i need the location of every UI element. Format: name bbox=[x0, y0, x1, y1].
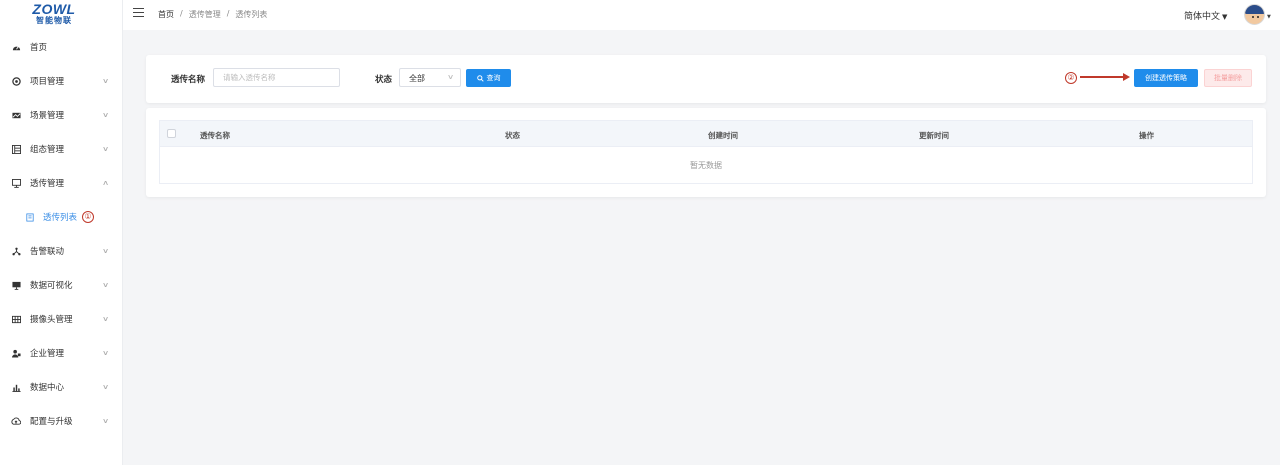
sidebar-item-camera[interactable]: 摄像头管理 ∨ bbox=[0, 302, 123, 336]
chevron-down-icon: ∨ bbox=[101, 145, 110, 153]
column-header-updated[interactable]: 更新时间 bbox=[919, 130, 949, 141]
sidebar-item-label: 数据可视化 bbox=[30, 281, 73, 291]
sidebar-item-home[interactable]: 首页 bbox=[0, 30, 123, 64]
caret-down-icon[interactable]: ▼ bbox=[1267, 14, 1271, 20]
chevron-up-icon: ∧ bbox=[101, 179, 110, 187]
chevron-down-icon: ∨ bbox=[101, 281, 110, 289]
query-button-label: 查询 bbox=[486, 74, 501, 82]
chevron-down-icon: ∨ bbox=[101, 349, 110, 357]
chevron-down-icon: ∨ bbox=[101, 77, 110, 85]
list-icon bbox=[25, 212, 35, 222]
status-select-value: 全部 bbox=[409, 74, 425, 83]
breadcrumb-item-passthrough[interactable]: 透传管理 bbox=[189, 9, 221, 20]
breadcrumb-item-list: 透传列表 bbox=[235, 10, 268, 19]
name-search-input[interactable] bbox=[213, 68, 340, 87]
sidebar-item-label: 场景管理 bbox=[30, 111, 65, 121]
name-label: 透传名称 bbox=[171, 75, 206, 85]
table-header: 透传名称 状态 创建时间 更新时间 操作 bbox=[160, 121, 1252, 147]
sidebar-item-label: 配置与升级 bbox=[30, 417, 73, 427]
visual-icon bbox=[11, 280, 21, 290]
breadcrumb-separator: / bbox=[180, 9, 183, 18]
chart-icon bbox=[11, 382, 21, 392]
column-header-name[interactable]: 透传名称 bbox=[200, 130, 230, 141]
chevron-down-icon: ∨ bbox=[101, 315, 110, 323]
sidebar-item-label: 首页 bbox=[30, 43, 48, 53]
sidebar-item-label: 组态管理 bbox=[30, 145, 65, 155]
sidebar-item-alarm[interactable]: 告警联动 ∨ bbox=[0, 234, 123, 268]
search-panel: 透传名称 状态 全部 ∨ 查询 ② 创建透传策略 批量删除 bbox=[146, 55, 1266, 103]
empty-state-text: 暂无数据 bbox=[690, 160, 722, 170]
menu-toggle-icon[interactable] bbox=[133, 8, 144, 19]
sidebar-item-project[interactable]: 项目管理 ∨ bbox=[0, 64, 123, 98]
status-select[interactable]: 全部 ∨ bbox=[399, 68, 461, 87]
camera-icon bbox=[11, 314, 21, 324]
annotation-marker: ① bbox=[82, 211, 94, 223]
sidebar-item-enterprise[interactable]: 企业管理 ∨ bbox=[0, 336, 123, 370]
create-strategy-button[interactable]: 创建透传策略 bbox=[1134, 69, 1198, 87]
select-all-checkbox[interactable] bbox=[167, 129, 176, 138]
search-icon bbox=[476, 74, 484, 82]
sidebar-item-label: 企业管理 bbox=[30, 349, 65, 359]
annotation-marker: ② bbox=[1065, 72, 1077, 84]
column-header-created[interactable]: 创建时间 bbox=[708, 130, 738, 141]
upgrade-icon bbox=[11, 416, 21, 426]
caret-down-icon: ▼ bbox=[1222, 13, 1228, 21]
sidebar-item-label: 告警联动 bbox=[30, 247, 65, 257]
chevron-down-icon: ∨ bbox=[101, 383, 110, 391]
query-button[interactable]: 查询 bbox=[466, 69, 511, 87]
sidebar-item-label: 透传管理 bbox=[30, 179, 65, 189]
sidebar-item-config[interactable]: 组态管理 ∨ bbox=[0, 132, 123, 166]
status-label: 状态 bbox=[375, 75, 393, 85]
config-icon bbox=[11, 144, 21, 154]
chevron-down-icon: ∨ bbox=[446, 73, 455, 81]
sidebar-item-label: 项目管理 bbox=[30, 77, 65, 87]
dashboard-icon bbox=[11, 42, 21, 52]
column-header-status[interactable]: 状态 bbox=[505, 130, 520, 141]
chevron-down-icon: ∨ bbox=[101, 417, 110, 425]
sidebar-item-passthrough[interactable]: 透传管理 ∧ bbox=[0, 166, 123, 200]
sidebar-item-data-center[interactable]: 数据中心 ∨ bbox=[0, 370, 123, 404]
annotation-arrow-icon bbox=[1080, 73, 1130, 81]
sidebar: ZOWL 智能物联 首页 项目管理 ∨ 场景管理 ∨ 组态管理 ∨ 透传管理 ∧… bbox=[0, 0, 123, 465]
avatar[interactable] bbox=[1244, 4, 1265, 25]
logo-subtitle: 智能物联 bbox=[36, 16, 72, 25]
data-table: 透传名称 状态 创建时间 更新时间 操作 暂无数据 bbox=[159, 120, 1253, 184]
sidebar-item-label: 摄像头管理 bbox=[30, 315, 73, 325]
sidebar-item-passthrough-list[interactable]: 透传列表 ① bbox=[0, 200, 123, 234]
sidebar-item-label: 透传列表 bbox=[43, 213, 78, 223]
enterprise-icon bbox=[11, 348, 21, 358]
top-header: 首页 / 透传管理 / 透传列表 简体中文 ▼ ▼ bbox=[123, 0, 1280, 30]
logo[interactable]: ZOWL 智能物联 bbox=[24, 1, 84, 29]
sidebar-item-visualization[interactable]: 数据可视化 ∨ bbox=[0, 268, 123, 302]
language-label: 简体中文 bbox=[1184, 12, 1221, 22]
breadcrumb-separator: / bbox=[226, 9, 230, 18]
language-selector[interactable]: 简体中文 ▼ bbox=[1184, 9, 1227, 22]
monitor-icon bbox=[11, 178, 21, 188]
column-header-actions: 操作 bbox=[1139, 131, 1154, 140]
scene-icon bbox=[11, 110, 21, 120]
sidebar-item-upgrade[interactable]: 配置与升级 ∨ bbox=[0, 404, 123, 438]
breadcrumb-item-home[interactable]: 首页 bbox=[158, 9, 174, 20]
sidebar-item-label: 数据中心 bbox=[30, 383, 65, 393]
project-icon bbox=[11, 76, 21, 86]
chevron-down-icon: ∨ bbox=[101, 247, 110, 255]
alarm-icon bbox=[11, 246, 21, 256]
batch-delete-button[interactable]: 批量删除 bbox=[1204, 69, 1252, 87]
sidebar-item-scene[interactable]: 场景管理 ∨ bbox=[0, 98, 123, 132]
table-panel: 透传名称 状态 创建时间 更新时间 操作 暂无数据 bbox=[146, 108, 1266, 197]
logo-mark: ZOWL bbox=[32, 1, 76, 17]
chevron-down-icon: ∨ bbox=[101, 111, 110, 119]
breadcrumb: 首页 / 透传管理 / 透传列表 bbox=[158, 9, 267, 20]
